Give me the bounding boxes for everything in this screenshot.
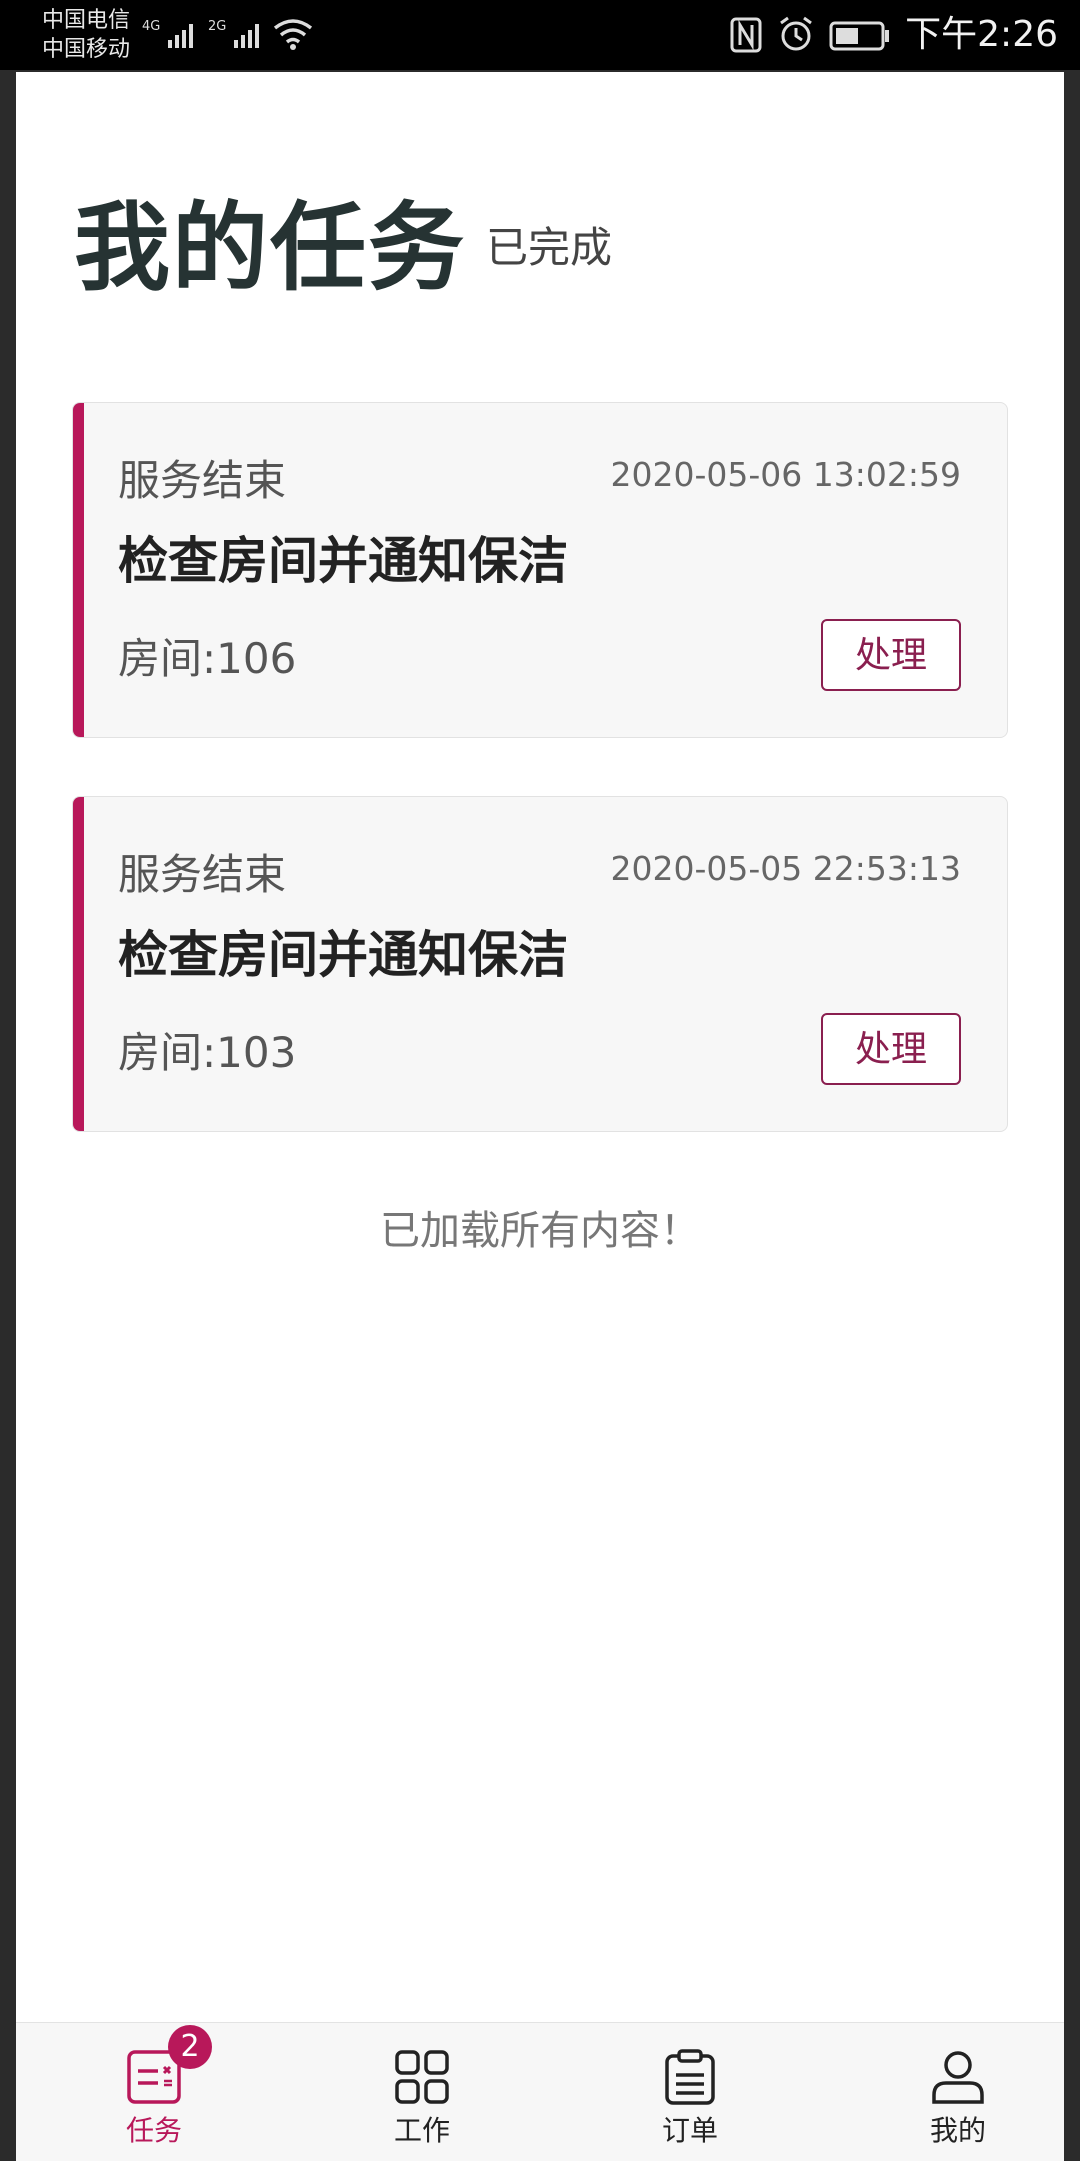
- tab-label: 任务: [125, 2114, 182, 2147]
- task-count-badge: 2: [168, 2025, 212, 2069]
- status-right: 下午2:26: [729, 12, 1058, 58]
- tab-orders[interactable]: 订单: [590, 2023, 790, 2161]
- clipboard-icon: [665, 2049, 715, 2105]
- tab-label: 我的: [929, 2114, 986, 2147]
- nfc-icon: [730, 17, 762, 53]
- signal-4g-icon: 4G: [142, 19, 193, 48]
- task-card[interactable]: 服务结束 2020-05-06 13:02:59 检查房间并通知保洁 房间:10…: [72, 402, 1008, 738]
- process-button[interactable]: 处理: [821, 619, 961, 691]
- task-card[interactable]: 服务结束 2020-05-05 22:53:13 检查房间并通知保洁 房间:10…: [72, 796, 1008, 1132]
- process-button[interactable]: 处理: [821, 1013, 961, 1085]
- task-room: 房间:103: [118, 1028, 297, 1077]
- task-time: 2020-05-06 13:02:59: [610, 455, 961, 494]
- alarm-icon: [780, 16, 813, 51]
- task-room: 房间:106: [118, 634, 297, 683]
- tab-work[interactable]: 工作: [322, 2023, 522, 2161]
- tab-label: 订单: [661, 2114, 718, 2147]
- grid-icon: [395, 2050, 449, 2104]
- user-icon: [932, 2051, 984, 2104]
- task-title: 检查房间并通知保洁: [118, 532, 568, 590]
- bottom-tab-bar: 2 任务 工作 订单 我的: [16, 2022, 1064, 2161]
- tab-completed[interactable]: 已完成: [486, 218, 612, 278]
- tab-tasks[interactable]: 2 任务: [54, 2023, 254, 2161]
- battery-icon: [829, 21, 890, 51]
- wifi-icon: [273, 19, 313, 50]
- carrier-info: 中国电信 中国移动: [42, 6, 130, 64]
- card-accent-bar: [73, 797, 84, 1131]
- carrier-1: 中国电信: [42, 8, 131, 33]
- app-screen: 我的任务 已完成 服务结束 2020-05-06 13:02:59 检查房间并通…: [16, 72, 1064, 2161]
- status-time: 下午2:26: [905, 14, 1058, 55]
- svg-text:4G: 4G: [142, 19, 160, 34]
- card-accent-bar: [73, 403, 84, 737]
- carrier-2: 中国移动: [42, 37, 131, 62]
- tab-mine[interactable]: 我的: [858, 2023, 1058, 2161]
- page-title: 我的任务: [74, 192, 466, 304]
- signal-2g-icon: 2G: [208, 19, 259, 48]
- load-complete-message: 已加载所有内容！: [380, 1208, 700, 1254]
- task-status: 服务结束: [118, 456, 287, 505]
- tab-label: 工作: [393, 2114, 450, 2147]
- task-title: 检查房间并通知保洁: [118, 926, 568, 984]
- task-status: 服务结束: [118, 850, 287, 899]
- status-bar: 中国电信 中国移动 4G 2G 下午2:26: [0, 0, 1080, 70]
- svg-text:2G: 2G: [208, 19, 226, 34]
- task-time: 2020-05-05 22:53:13: [610, 849, 961, 888]
